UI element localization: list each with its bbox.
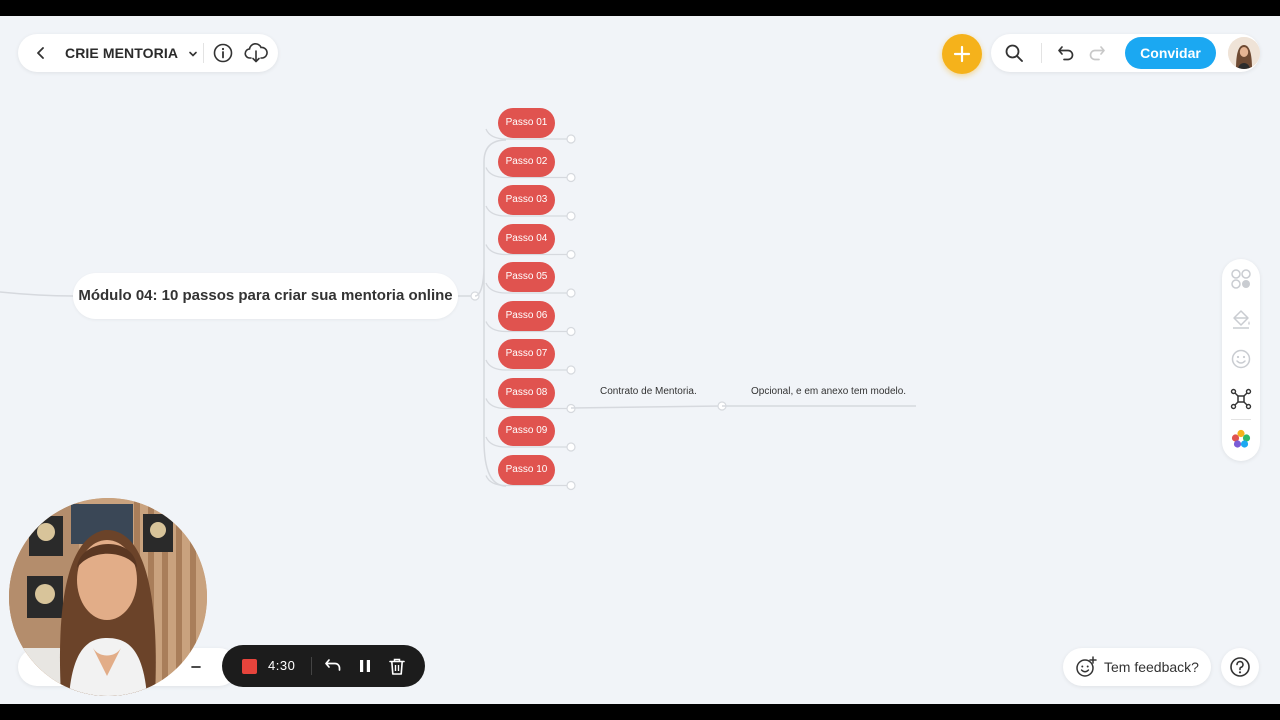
help-button[interactable] bbox=[1221, 648, 1259, 686]
top-right-toolbar: Convidar bbox=[991, 34, 1260, 72]
stop-square-icon bbox=[242, 659, 257, 674]
step08-branch-line bbox=[570, 405, 723, 409]
document-title-text: CRIE MENTORIA bbox=[65, 45, 178, 61]
recorder-divider bbox=[311, 657, 312, 675]
add-topic-button[interactable] bbox=[942, 34, 982, 74]
emoji-icon bbox=[1231, 349, 1251, 369]
theme-button[interactable] bbox=[1230, 427, 1252, 451]
subtopic-contrato[interactable]: Contrato de Mentoria. bbox=[600, 386, 697, 397]
step-node[interactable]: Passo 06 bbox=[498, 300, 555, 331]
emoji-plus-icon bbox=[1076, 656, 1097, 677]
toolbar-divider bbox=[203, 43, 204, 63]
sidebar-divider bbox=[1231, 419, 1251, 420]
step-node[interactable]: Passo 10 bbox=[498, 454, 555, 485]
step-collapse-node[interactable] bbox=[566, 134, 576, 144]
screen-recorder-bar: 4:30 bbox=[222, 645, 425, 687]
user-avatar[interactable] bbox=[1228, 37, 1260, 69]
step-collapse-node[interactable] bbox=[566, 211, 576, 221]
step-node[interactable]: Passo 09 bbox=[498, 416, 555, 446]
step-node[interactable]: Passo 01 bbox=[498, 108, 555, 138]
step-collapse-node[interactable] bbox=[566, 249, 576, 260]
step-node[interactable]: Passo 08 bbox=[498, 377, 555, 408]
feedback-label: Tem feedback? bbox=[1104, 659, 1199, 675]
search-button[interactable] bbox=[1003, 42, 1025, 64]
left-branch-line bbox=[0, 291, 74, 297]
webcam-video-image bbox=[9, 498, 207, 696]
restart-recording-button[interactable] bbox=[323, 656, 343, 676]
toolbar-divider bbox=[1041, 43, 1042, 63]
paint-icon bbox=[1233, 310, 1250, 329]
delete-recording-button[interactable] bbox=[387, 656, 407, 676]
layout-icon bbox=[1231, 269, 1251, 289]
document-title[interactable]: CRIE MENTORIA bbox=[65, 34, 198, 72]
theme-icon bbox=[1231, 429, 1251, 448]
step-collapse-node[interactable] bbox=[566, 326, 576, 337]
step-collapse-node[interactable] bbox=[566, 365, 576, 375]
plus-icon bbox=[953, 45, 971, 63]
chevron-down-icon bbox=[188, 51, 197, 57]
info-button[interactable] bbox=[212, 42, 234, 64]
zoom-out-button[interactable] bbox=[186, 657, 206, 677]
undo-button[interactable] bbox=[1055, 42, 1077, 64]
subtopic-note[interactable]: Opcional, e em anexo tem modelo. bbox=[751, 386, 906, 397]
minus-icon bbox=[191, 666, 201, 668]
recording-timer: 4:30 bbox=[268, 658, 296, 673]
undo-icon bbox=[1058, 46, 1074, 61]
cloud-download-icon bbox=[244, 43, 268, 63]
chevron-left-icon bbox=[37, 47, 44, 59]
step-collapse-node[interactable] bbox=[566, 172, 576, 183]
style-button[interactable] bbox=[1230, 307, 1252, 331]
help-icon bbox=[1230, 657, 1250, 677]
step-collapse-node[interactable] bbox=[566, 288, 576, 298]
stop-recording-button[interactable] bbox=[242, 659, 257, 674]
step-node[interactable]: Passo 02 bbox=[498, 146, 555, 177]
step-collapse-node[interactable] bbox=[566, 442, 576, 452]
webcam-overlay[interactable] bbox=[9, 498, 207, 696]
structure-icon bbox=[1230, 388, 1252, 410]
sticker-button[interactable] bbox=[1230, 347, 1252, 371]
info-icon bbox=[213, 43, 233, 63]
trash-icon bbox=[389, 658, 405, 675]
step-node[interactable]: Passo 05 bbox=[498, 262, 555, 292]
step-node[interactable]: Passo 07 bbox=[498, 339, 555, 369]
redo-icon bbox=[1089, 46, 1105, 61]
step-collapse-node[interactable] bbox=[566, 480, 576, 491]
back-button[interactable] bbox=[31, 43, 51, 63]
layout-button[interactable] bbox=[1230, 267, 1252, 291]
search-icon bbox=[1005, 44, 1023, 62]
step-node[interactable]: Passo 04 bbox=[498, 223, 555, 254]
feedback-button[interactable]: Tem feedback? bbox=[1063, 648, 1211, 686]
undo-icon bbox=[325, 659, 341, 671]
mindmap-canvas[interactable]: CRIE MENTORIA Convidar Módulo 04: 10 pas… bbox=[0, 16, 1280, 704]
format-sidebar bbox=[1222, 259, 1260, 461]
central-topic[interactable]: Módulo 04: 10 passos para criar sua ment… bbox=[73, 273, 458, 319]
invite-button[interactable]: Convidar bbox=[1125, 37, 1216, 69]
cloud-download-button[interactable] bbox=[243, 41, 269, 65]
pause-recording-button[interactable] bbox=[355, 656, 375, 676]
structure-button[interactable] bbox=[1230, 387, 1252, 411]
redo-button[interactable] bbox=[1086, 42, 1108, 64]
pause-icon bbox=[360, 660, 370, 672]
document-menu: CRIE MENTORIA bbox=[18, 34, 278, 72]
step-node[interactable]: Passo 03 bbox=[498, 185, 555, 215]
user-avatar-image bbox=[1228, 37, 1260, 69]
